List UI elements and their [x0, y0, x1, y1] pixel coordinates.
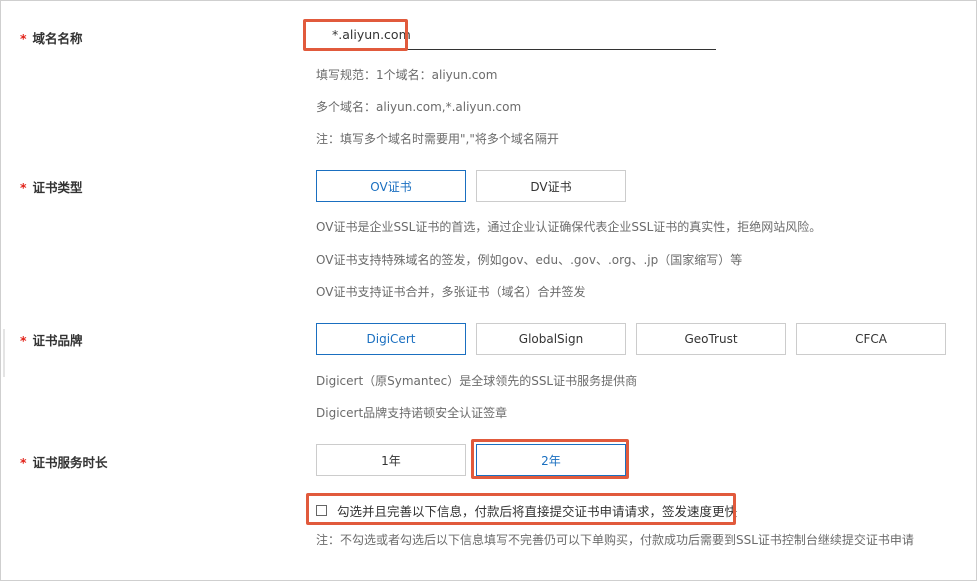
brand-option-cfca[interactable]: CFCA [796, 323, 946, 355]
required-mark: * [20, 180, 27, 195]
domain-hint-note: 注：填写多个域名时需要用","将多个域名隔开 [316, 132, 559, 146]
agreement-highlight [306, 493, 736, 525]
duration-highlight [471, 439, 629, 479]
brand-option-globalsign[interactable]: GlobalSign [476, 323, 626, 355]
cert-brand-label-text: 证书品牌 [32, 333, 83, 348]
panel-edge-marker [3, 329, 5, 377]
cert-brand-label: * 证书品牌 [20, 330, 83, 349]
domain-input-highlight [303, 19, 408, 51]
domain-hint-rule: 填写规范：1个域名：aliyun.com [316, 68, 498, 82]
required-mark: * [20, 31, 27, 46]
cert-type-label: * 证书类型 [20, 177, 83, 196]
cert-brand-hint-1: Digicert（原Symantec）是全球领先的SSL证书服务提供商 [316, 374, 638, 388]
cert-type-hint-2: OV证书支持特殊域名的签发，例如gov、edu、.gov、.org、.jp（国家… [316, 253, 743, 267]
brand-option-digicert[interactable]: DigiCert [316, 323, 466, 355]
cert-type-hint-1: OV证书是企业SSL证书的首选，通过企业认证确保代表企业SSL证书的真实性，拒绝… [316, 220, 822, 234]
cert-type-label-text: 证书类型 [32, 180, 83, 195]
cert-type-hint-3: OV证书支持证书合并，多张证书（域名）合并签发 [316, 285, 586, 299]
required-mark: * [20, 455, 27, 470]
domain-label-text: 域名名称 [32, 31, 83, 46]
duration-label-text: 证书服务时长 [32, 455, 108, 470]
brand-option-geotrust[interactable]: GeoTrust [636, 323, 786, 355]
domain-hint-multi: 多个域名：aliyun.com,*.aliyun.com [316, 100, 522, 114]
duration-option-1y[interactable]: 1年 [316, 444, 466, 476]
cert-brand-hint-2: Digicert品牌支持诺顿安全认证签章 [316, 406, 508, 420]
cert-type-option-ov[interactable]: OV证书 [316, 170, 466, 202]
domain-label: * 域名名称 [20, 28, 83, 47]
agreement-note: 注：不勾选或者勾选后以下信息填写不完善仍可以下单购买，付款成功后需要到SSL证书… [316, 533, 914, 547]
duration-label: * 证书服务时长 [20, 452, 108, 471]
required-mark: * [20, 333, 27, 348]
cert-type-option-dv[interactable]: DV证书 [476, 170, 626, 202]
